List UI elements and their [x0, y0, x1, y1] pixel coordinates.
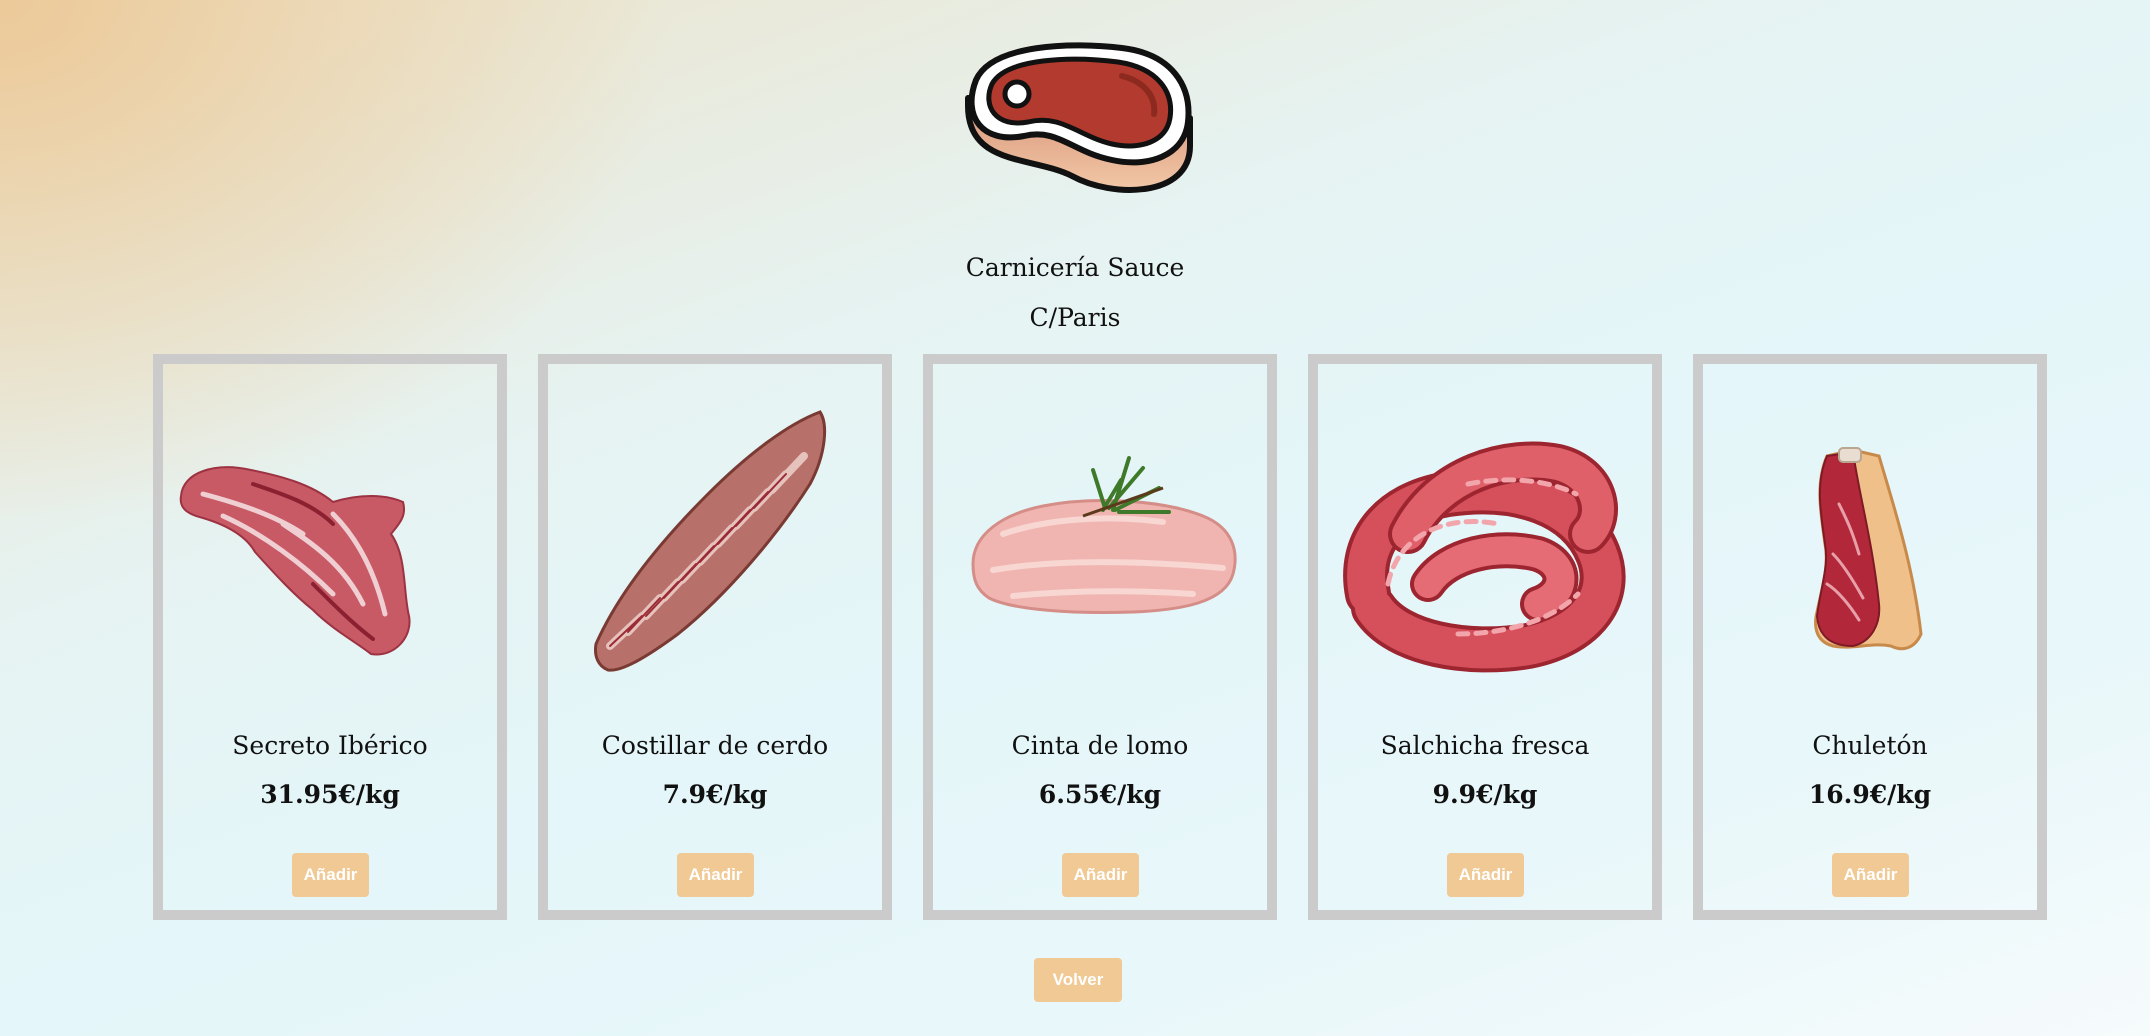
- back-button[interactable]: Volver: [1034, 958, 1122, 1002]
- pork-loin-image: [971, 456, 1237, 614]
- add-to-cart-button[interactable]: Añadir: [292, 853, 369, 897]
- product-name: Secreto Ibérico: [232, 731, 428, 760]
- product-price: 7.9€/kg: [662, 780, 768, 809]
- product-name: Cinta de lomo: [1011, 731, 1189, 760]
- product-price: 16.9€/kg: [1808, 780, 1932, 809]
- product-price: 31.95€/kg: [260, 780, 400, 809]
- product-name: Chuletón: [1812, 731, 1928, 760]
- product-card: Costillar de cerdo 7.9€/kg Añadir: [538, 354, 892, 920]
- steak-logo-icon: [965, 42, 1193, 193]
- add-to-cart-button[interactable]: Añadir: [677, 853, 754, 897]
- product-price: 9.9€/kg: [1432, 780, 1538, 809]
- fresh-sausage-image: [1343, 441, 1626, 673]
- secreto-iberico-image: [179, 466, 411, 656]
- product-card: Chuletón 16.9€/kg Añadir: [1693, 354, 2047, 920]
- add-to-cart-button[interactable]: Añadir: [1447, 853, 1524, 897]
- shop-address: C/Paris: [1029, 303, 1121, 332]
- ribeye-steak-image: [1814, 447, 1923, 651]
- add-to-cart-button[interactable]: Añadir: [1832, 853, 1909, 897]
- product-name: Salchicha fresca: [1380, 731, 1590, 760]
- product-card: Salchicha fresca 9.9€/kg Añadir: [1308, 354, 1662, 920]
- add-to-cart-button[interactable]: Añadir: [1062, 853, 1139, 897]
- product-price: 6.55€/kg: [1038, 780, 1162, 809]
- product-card: Secreto Ibérico 31.95€/kg Añadir: [153, 354, 507, 920]
- pork-ribs-image: [594, 410, 827, 672]
- product-name: Costillar de cerdo: [601, 731, 829, 760]
- shop-name: Carnicería Sauce: [965, 253, 1185, 282]
- product-card: Cinta de lomo 6.55€/kg Añadir: [923, 354, 1277, 920]
